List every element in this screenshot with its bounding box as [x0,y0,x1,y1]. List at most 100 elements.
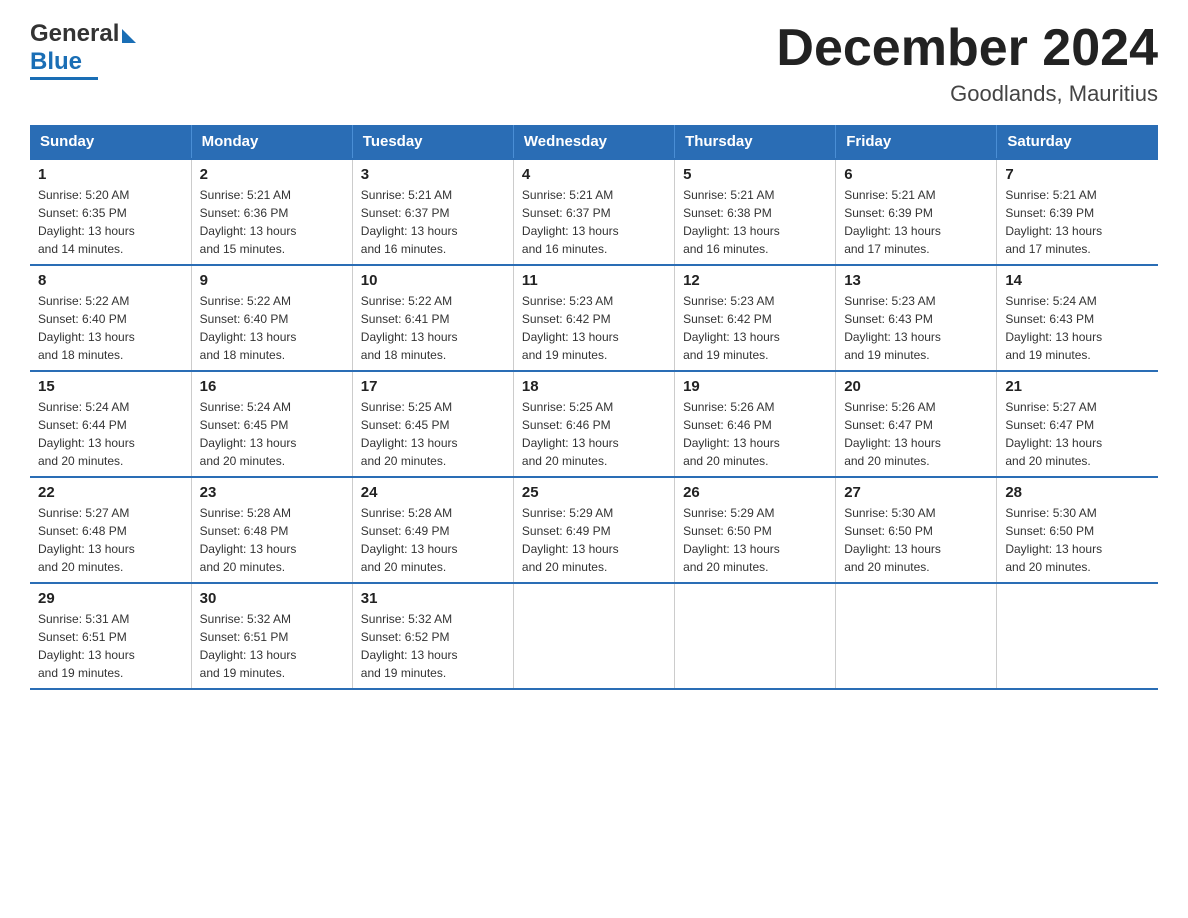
day-number: 18 [522,378,666,395]
header-cell-thursday: Thursday [675,125,836,159]
calendar-cell: 25 Sunrise: 5:29 AM Sunset: 6:49 PM Dayli… [513,477,674,583]
day-number: 23 [200,484,344,501]
day-info: Sunrise: 5:28 AM Sunset: 6:48 PM Dayligh… [200,504,344,576]
calendar-cell: 13Sunrise: 5:23 AM Sunset: 6:43 PM Dayli… [836,265,997,371]
page-header: General Blue December 2024 Goodlands, Ma… [30,20,1158,107]
day-info: Sunrise: 5:20 AM Sunset: 6:35 PM Dayligh… [38,186,183,258]
header-cell-wednesday: Wednesday [513,125,674,159]
header-row: SundayMondayTuesdayWednesdayThursdayFrid… [30,125,1158,159]
day-number: 14 [1005,272,1150,289]
month-title: December 2024 [776,20,1158,77]
day-number: 22 [38,484,183,501]
day-info: Sunrise: 5:28 AM Sunset: 6:49 PM Dayligh… [361,504,505,576]
calendar-cell: 12 Sunrise: 5:23 AM Sunset: 6:42 PM Dayli… [675,265,836,371]
day-number: 2 [200,166,344,183]
calendar-cell: 17Sunrise: 5:25 AM Sunset: 6:45 PM Dayli… [352,371,513,477]
calendar-cell: 18 Sunrise: 5:25 AM Sunset: 6:46 PM Dayli… [513,371,674,477]
day-number: 3 [361,166,505,183]
calendar-cell: 21Sunrise: 5:27 AM Sunset: 6:47 PM Dayli… [997,371,1158,477]
logo-blue-text: Blue [30,48,82,76]
calendar-table: SundayMondayTuesdayWednesdayThursdayFrid… [30,125,1158,690]
day-number: 20 [844,378,988,395]
day-info: Sunrise: 5:21 AM Sunset: 6:38 PM Dayligh… [683,186,827,258]
calendar-cell: 28 Sunrise: 5:30 AM Sunset: 6:50 PM Dayli… [997,477,1158,583]
calendar-cell: 26 Sunrise: 5:29 AM Sunset: 6:50 PM Dayli… [675,477,836,583]
header-cell-sunday: Sunday [30,125,191,159]
day-number: 30 [200,590,344,607]
calendar-cell [836,583,997,689]
day-info: Sunrise: 5:29 AM Sunset: 6:50 PM Dayligh… [683,504,827,576]
calendar-cell: 8 Sunrise: 5:22 AM Sunset: 6:40 PM Daylig… [30,265,191,371]
calendar-week-row: 1 Sunrise: 5:20 AM Sunset: 6:35 PM Daylig… [30,159,1158,265]
day-number: 24 [361,484,505,501]
day-info: Sunrise: 5:21 AM Sunset: 6:39 PM Dayligh… [844,186,988,258]
calendar-cell [675,583,836,689]
calendar-week-row: 8 Sunrise: 5:22 AM Sunset: 6:40 PM Daylig… [30,265,1158,371]
day-number: 1 [38,166,183,183]
calendar-body: 1 Sunrise: 5:20 AM Sunset: 6:35 PM Daylig… [30,159,1158,689]
calendar-header: SundayMondayTuesdayWednesdayThursdayFrid… [30,125,1158,159]
day-number: 12 [683,272,827,289]
day-info: Sunrise: 5:30 AM Sunset: 6:50 PM Dayligh… [844,504,988,576]
calendar-cell: 9Sunrise: 5:22 AM Sunset: 6:40 PM Daylig… [191,265,352,371]
location-label: Goodlands, Mauritius [776,81,1158,107]
calendar-cell: 27Sunrise: 5:30 AM Sunset: 6:50 PM Dayli… [836,477,997,583]
day-info: Sunrise: 5:24 AM Sunset: 6:43 PM Dayligh… [1005,292,1150,364]
day-info: Sunrise: 5:22 AM Sunset: 6:41 PM Dayligh… [361,292,505,364]
day-info: Sunrise: 5:25 AM Sunset: 6:45 PM Dayligh… [361,398,505,470]
header-cell-saturday: Saturday [997,125,1158,159]
calendar-cell: 30 Sunrise: 5:32 AM Sunset: 6:51 PM Dayli… [191,583,352,689]
day-info: Sunrise: 5:26 AM Sunset: 6:47 PM Dayligh… [844,398,988,470]
calendar-week-row: 15Sunrise: 5:24 AM Sunset: 6:44 PM Dayli… [30,371,1158,477]
day-info: Sunrise: 5:32 AM Sunset: 6:52 PM Dayligh… [361,610,505,682]
day-number: 13 [844,272,988,289]
day-info: Sunrise: 5:21 AM Sunset: 6:39 PM Dayligh… [1005,186,1150,258]
day-number: 26 [683,484,827,501]
day-info: Sunrise: 5:27 AM Sunset: 6:48 PM Dayligh… [38,504,183,576]
logo-general-text: General [30,20,119,48]
calendar-cell: 15Sunrise: 5:24 AM Sunset: 6:44 PM Dayli… [30,371,191,477]
header-cell-friday: Friday [836,125,997,159]
calendar-cell: 16Sunrise: 5:24 AM Sunset: 6:45 PM Dayli… [191,371,352,477]
calendar-cell: 20 Sunrise: 5:26 AM Sunset: 6:47 PM Dayli… [836,371,997,477]
calendar-cell: 24 Sunrise: 5:28 AM Sunset: 6:49 PM Dayli… [352,477,513,583]
calendar-cell: 3Sunrise: 5:21 AM Sunset: 6:37 PM Daylig… [352,159,513,265]
day-number: 8 [38,272,183,289]
day-number: 15 [38,378,183,395]
day-number: 6 [844,166,988,183]
calendar-cell: 1 Sunrise: 5:20 AM Sunset: 6:35 PM Daylig… [30,159,191,265]
day-info: Sunrise: 5:31 AM Sunset: 6:51 PM Dayligh… [38,610,183,682]
day-info: Sunrise: 5:25 AM Sunset: 6:46 PM Dayligh… [522,398,666,470]
day-number: 29 [38,590,183,607]
day-number: 11 [522,272,666,289]
title-block: December 2024 Goodlands, Mauritius [776,20,1158,107]
day-number: 7 [1005,166,1150,183]
calendar-cell: 19 Sunrise: 5:26 AM Sunset: 6:46 PM Dayli… [675,371,836,477]
calendar-cell: 7 Sunrise: 5:21 AM Sunset: 6:39 PM Daylig… [997,159,1158,265]
calendar-week-row: 29 Sunrise: 5:31 AM Sunset: 6:51 PM Dayli… [30,583,1158,689]
day-info: Sunrise: 5:22 AM Sunset: 6:40 PM Dayligh… [38,292,183,364]
calendar-cell: 10Sunrise: 5:22 AM Sunset: 6:41 PM Dayli… [352,265,513,371]
day-info: Sunrise: 5:22 AM Sunset: 6:40 PM Dayligh… [200,292,344,364]
calendar-week-row: 22 Sunrise: 5:27 AM Sunset: 6:48 PM Dayli… [30,477,1158,583]
day-info: Sunrise: 5:23 AM Sunset: 6:42 PM Dayligh… [683,292,827,364]
logo: General Blue [30,20,136,80]
calendar-cell [997,583,1158,689]
day-info: Sunrise: 5:27 AM Sunset: 6:47 PM Dayligh… [1005,398,1150,470]
day-number: 28 [1005,484,1150,501]
day-info: Sunrise: 5:30 AM Sunset: 6:50 PM Dayligh… [1005,504,1150,576]
logo-triangle-icon [122,29,136,43]
day-number: 19 [683,378,827,395]
day-info: Sunrise: 5:21 AM Sunset: 6:37 PM Dayligh… [522,186,666,258]
calendar-cell: 5Sunrise: 5:21 AM Sunset: 6:38 PM Daylig… [675,159,836,265]
day-info: Sunrise: 5:26 AM Sunset: 6:46 PM Dayligh… [683,398,827,470]
logo-underline [30,77,98,80]
calendar-cell: 22 Sunrise: 5:27 AM Sunset: 6:48 PM Dayli… [30,477,191,583]
calendar-cell: 23 Sunrise: 5:28 AM Sunset: 6:48 PM Dayli… [191,477,352,583]
day-number: 25 [522,484,666,501]
day-number: 31 [361,590,505,607]
day-info: Sunrise: 5:32 AM Sunset: 6:51 PM Dayligh… [200,610,344,682]
day-info: Sunrise: 5:29 AM Sunset: 6:49 PM Dayligh… [522,504,666,576]
calendar-cell: 2Sunrise: 5:21 AM Sunset: 6:36 PM Daylig… [191,159,352,265]
calendar-cell: 29 Sunrise: 5:31 AM Sunset: 6:51 PM Dayli… [30,583,191,689]
